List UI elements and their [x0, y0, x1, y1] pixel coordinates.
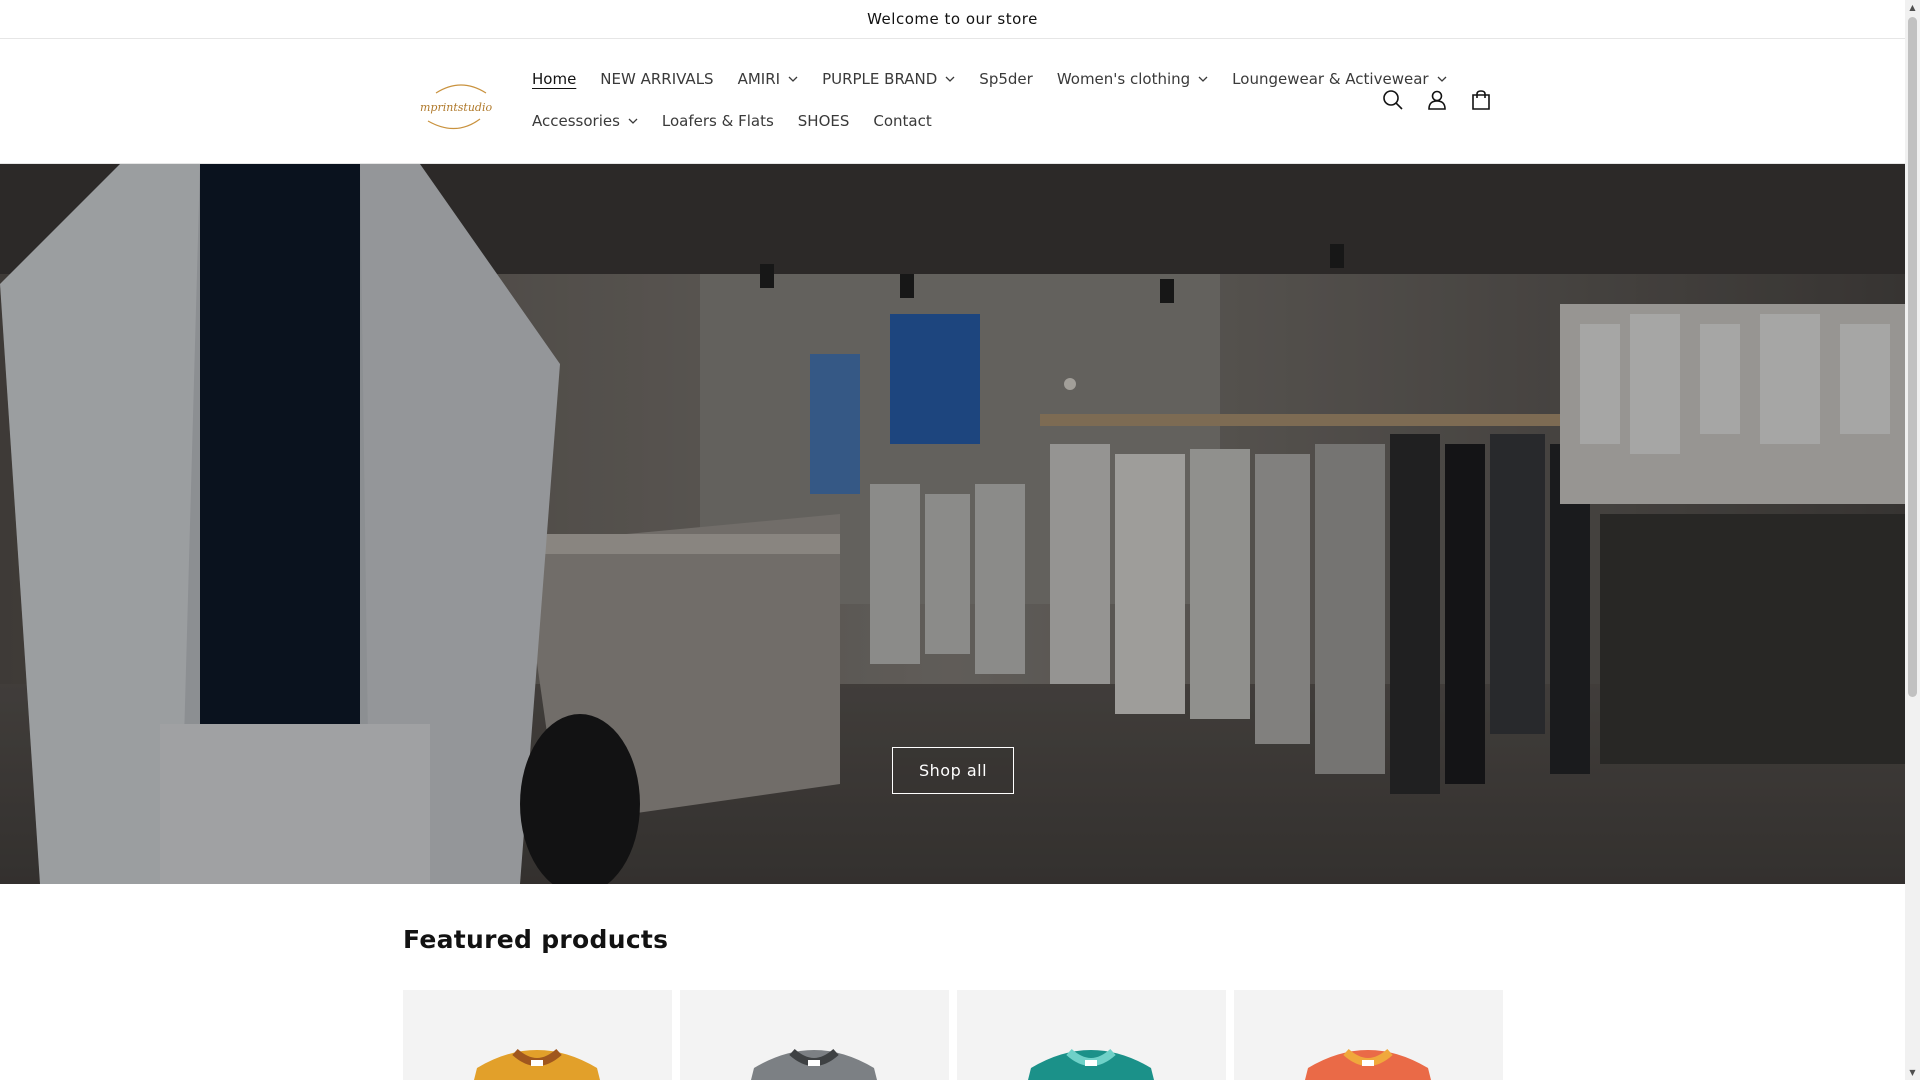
nav-item-loungewear-activewear[interactable]: Loungewear & Activewear — [1232, 69, 1447, 89]
nav-item-label: Accessories — [532, 112, 620, 130]
hero-banner: Shop all — [0, 164, 1905, 884]
page-scrollbar[interactable]: ▲ ▼ — [1905, 0, 1920, 1080]
chevron-down-icon — [1437, 76, 1447, 82]
featured-products-heading: Featured products — [403, 925, 669, 954]
nav-item-new-arrivals[interactable]: NEW ARRIVALS — [600, 69, 713, 89]
announcement-text: Welcome to our store — [867, 10, 1038, 28]
featured-products-grid — [403, 990, 1503, 1080]
chevron-down-icon — [628, 118, 638, 124]
header-icons — [1380, 87, 1494, 113]
account-icon[interactable] — [1424, 87, 1450, 113]
announcement-bar: Welcome to our store — [0, 0, 1905, 39]
nav-item-label: NEW ARRIVALS — [600, 70, 714, 88]
nav-item-label: PURPLE BRAND — [822, 70, 938, 88]
nav-item-label: Sp5der — [979, 70, 1033, 88]
logo-text: mprintstudio — [420, 101, 492, 114]
nav-item-label: Contact — [873, 112, 932, 130]
chevron-down-icon — [1198, 76, 1208, 82]
primary-nav-row-2: Accessories Loafers & Flats SHOES Contact — [532, 111, 956, 131]
store-logo[interactable]: mprintstudio — [416, 71, 496, 141]
nav-item-contact[interactable]: Contact — [873, 111, 931, 131]
nav-item-label: Women's clothing — [1056, 70, 1191, 88]
scroll-thumb[interactable] — [1908, 17, 1917, 697]
search-icon[interactable] — [1380, 87, 1406, 113]
site-header: mprintstudio Home NEW ARRIVALS AMIRI PURPLE… — [0, 39, 1905, 164]
product-card[interactable] — [957, 990, 1226, 1080]
chevron-down-icon — [788, 76, 798, 82]
nav-item-loafers-flats[interactable]: Loafers & Flats — [662, 111, 774, 131]
tshirt-image — [474, 1048, 600, 1080]
nav-item-women-s-clothing[interactable]: Women's clothing — [1057, 69, 1208, 89]
nav-item-home[interactable]: Home — [532, 69, 576, 89]
tshirt-image — [751, 1048, 877, 1080]
product-card[interactable] — [403, 990, 672, 1080]
shop-all-button[interactable]: Shop all — [892, 747, 1014, 794]
chevron-down-icon — [945, 76, 955, 82]
product-card[interactable] — [1234, 990, 1503, 1080]
nav-item-label: Loafers & Flats — [661, 112, 774, 130]
tshirt-image — [1028, 1048, 1154, 1080]
primary-nav-row-1: Home NEW ARRIVALS AMIRI PURPLE BRAND Sp5der W… — [532, 69, 1471, 89]
nav-item-amiri[interactable]: AMIRI — [738, 69, 798, 89]
cart-icon[interactable] — [1468, 87, 1494, 113]
nav-item-sp5der[interactable]: Sp5der — [979, 69, 1033, 89]
nav-item-label: AMIRI — [737, 70, 781, 88]
tshirt-image — [1305, 1048, 1431, 1080]
product-card[interactable] — [680, 990, 949, 1080]
nav-item-purple-brand[interactable]: PURPLE BRAND — [822, 69, 955, 89]
nav-item-label: SHOES — [797, 112, 850, 130]
nav-item-shoes[interactable]: SHOES — [798, 111, 850, 131]
scroll-down-arrow[interactable]: ▼ — [1908, 1068, 1917, 1077]
nav-item-label: Home — [532, 70, 577, 88]
nav-item-accessories[interactable]: Accessories — [532, 111, 638, 131]
nav-item-label: Loungewear & Activewear — [1232, 70, 1429, 88]
scroll-up-arrow[interactable]: ▲ — [1908, 3, 1917, 12]
